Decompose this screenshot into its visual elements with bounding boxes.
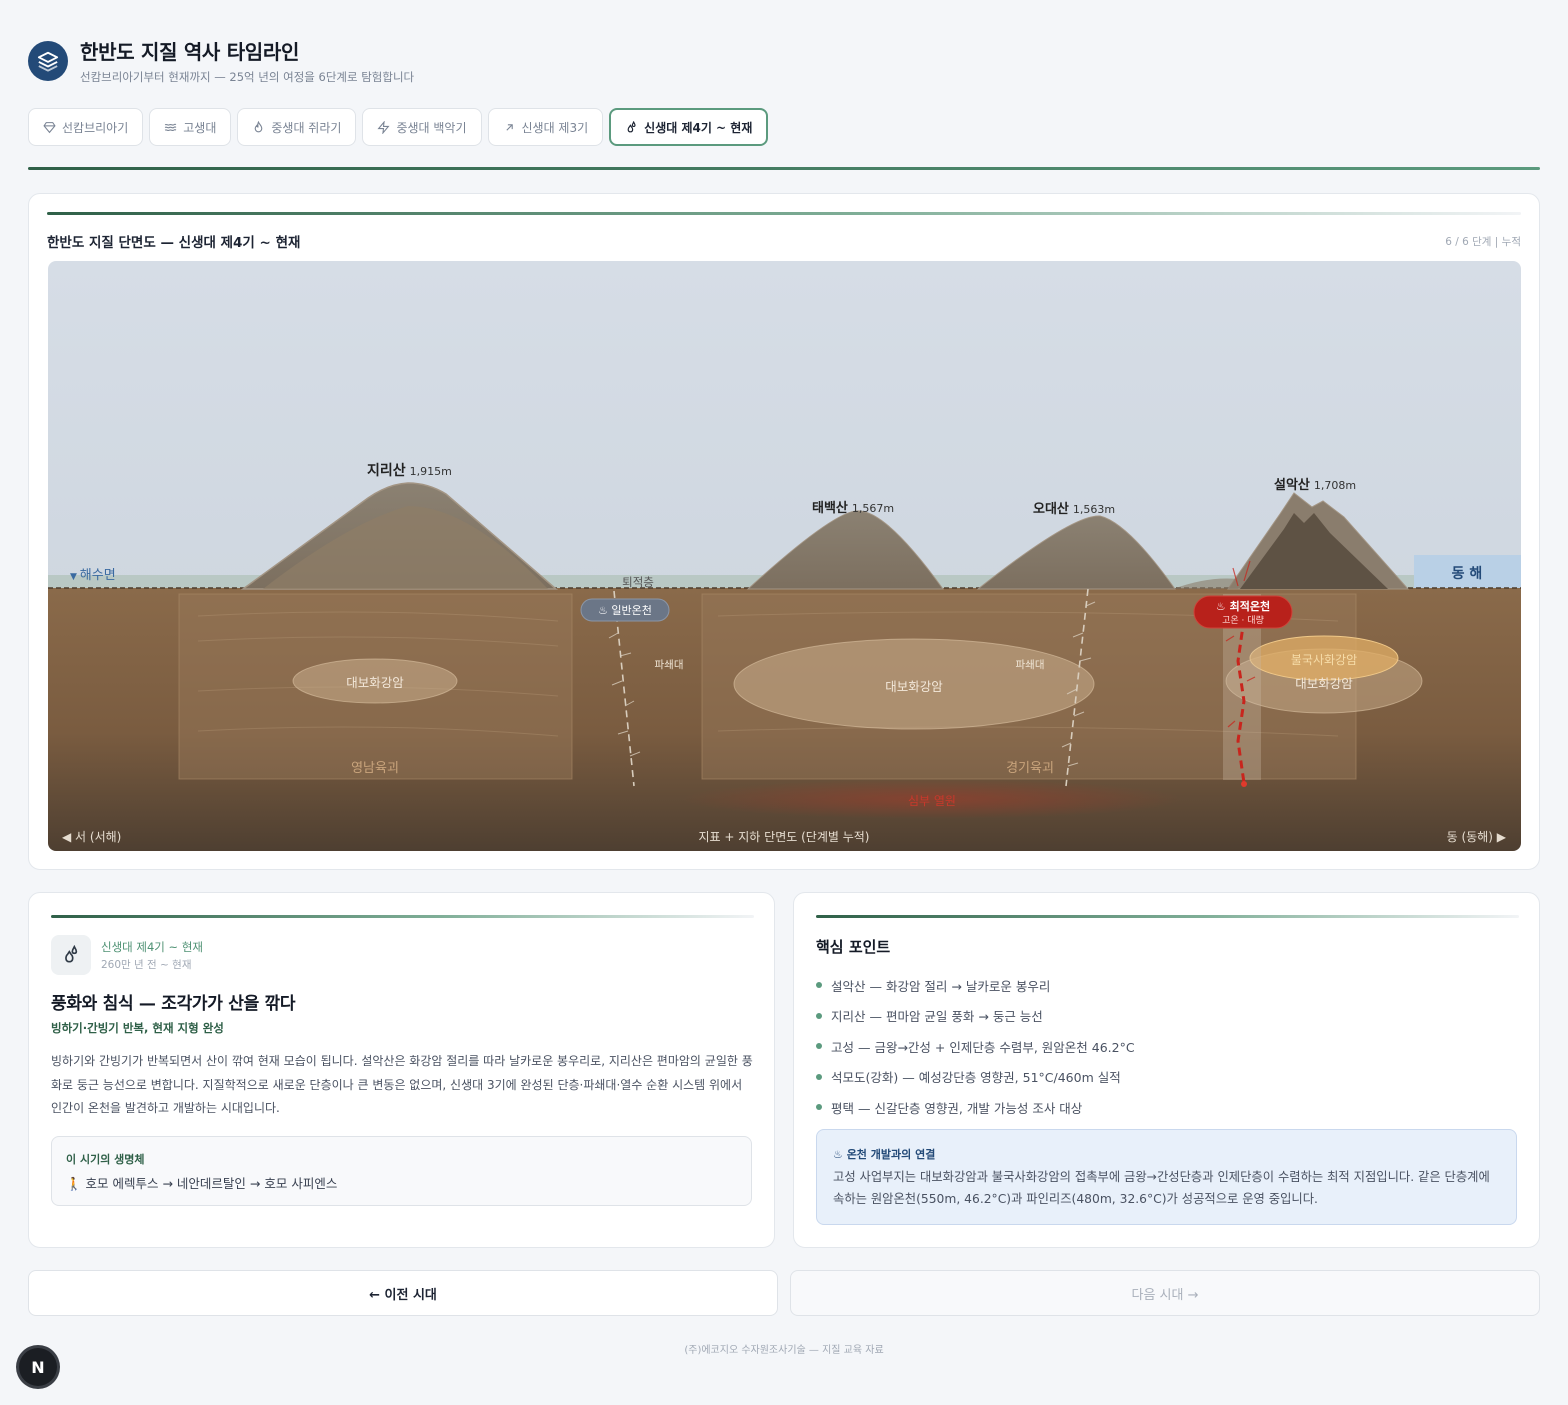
diamond-icon	[43, 121, 56, 133]
era-description: 빙하기와 간빙기가 반복되면서 산이 깎여 현재 모습이 됩니다. 설악산은 화…	[51, 1054, 753, 1115]
stage-indicator: 6 / 6 단계 | 누적	[1445, 236, 1521, 248]
svg-text:♨ 일반온천: ♨ 일반온천	[598, 603, 652, 617]
key-points-card: 핵심 포인트 설악산 — 화강암 절리 → 날카로운 봉우리 지리산 — 편마암…	[793, 892, 1540, 1248]
gyeonggi-label: 경기육괴	[1006, 761, 1054, 776]
deep-heat-point	[1241, 781, 1247, 787]
tab-label: 중생대 백악기	[396, 120, 467, 135]
footer-text: (주)에코지오 수자원조사기술 — 지질 교육 자료	[684, 1345, 884, 1356]
droplets-icon	[51, 935, 91, 975]
tab-tertiary[interactable]: 신생대 제3기	[487, 108, 604, 146]
bullet-dot	[816, 1104, 822, 1111]
diagram-title: 한반도 지질 단면도 — 신생대 제4기 ~ 현재	[47, 235, 301, 251]
zap-icon	[377, 120, 390, 134]
hot-spring-connection-title: ♨ 온천 개발과의 연결	[833, 1148, 936, 1161]
svg-text:♨ 최적온천: ♨ 최적온천	[1216, 599, 1270, 613]
tab-jurassic[interactable]: 중생대 쥐라기	[237, 108, 357, 146]
tab-label: 선캄브리아기	[62, 120, 129, 135]
waves-icon	[165, 123, 177, 131]
life-forms-text: 🚶 호모 에렉투스 → 네안데르탈인 → 호모 사피엔스	[66, 1176, 338, 1191]
seorak-label: 설악산 1,708m	[1274, 477, 1356, 493]
sediment-label: 퇴적층	[622, 575, 654, 589]
optimal-spring-badge[interactable]: ♨ 최적온천 고온 · 대량	[1193, 595, 1293, 629]
bullet-dot	[816, 1043, 822, 1050]
bulguksa-label: 불국사화강암	[1291, 653, 1357, 667]
taebaek-label: 태백산 1,567m	[812, 500, 894, 516]
granite-right-label: 대보화강암	[1295, 676, 1353, 691]
svg-text:고온 · 대량: 고온 · 대량	[1222, 614, 1264, 626]
tab-cretaceous[interactable]: 중생대 백악기	[362, 108, 482, 146]
tab-label: 신생대 제3기	[521, 120, 589, 135]
tab-label: 신생대 제4기 ~ 현재	[644, 120, 753, 135]
page-header: 한반도 지질 역사 타임라인 선캄브리아기부터 현재까지 — 25억 년의 여정…	[28, 36, 414, 85]
granite-center-label: 대보화강암	[885, 679, 943, 694]
bullet-dot	[816, 982, 822, 989]
life-forms-title: 이 시기의 생명체	[66, 1153, 145, 1166]
page-title: 한반도 지질 역사 타임라인	[80, 40, 300, 64]
hot-spring-connection-box: ♨ 온천 개발과의 연결 고성 사업부지는 대보화강암과 불국사화강암의 접촉부…	[816, 1129, 1517, 1225]
flame-icon	[255, 120, 263, 132]
granite-left-label: 대보화강암	[346, 675, 404, 690]
tab-paleozoic[interactable]: 고생대	[149, 108, 232, 146]
list-item: 평택 — 신갈단층 영향권, 개발 가능성 조사 대상	[816, 1092, 1135, 1123]
card-accent-rule	[51, 915, 754, 918]
previous-era-button[interactable]: ← 이전 시대	[28, 1270, 778, 1316]
key-points-title: 핵심 포인트	[816, 938, 891, 956]
layers-icon	[28, 40, 68, 81]
list-item: 설악산 — 화강암 절리 → 날카로운 봉우리	[816, 970, 1135, 1001]
tab-label: 중생대 쥐라기	[271, 120, 342, 135]
card-accent-rule	[816, 915, 1519, 918]
hot-spring-connection-text: 고성 사업부지는 대보화강암과 불국사화강암의 접촉부에 금왕→간성단층과 인제…	[833, 1170, 1490, 1206]
era-name: 신생대 제4기 ~ 현재	[101, 940, 203, 954]
east-sea-label: 동 해	[1452, 566, 1483, 582]
era-detail-card: 신생대 제4기 ~ 현재 260만 년 전 ~ 현재 풍화와 침식 — 조각가가…	[28, 892, 775, 1248]
life-forms-box: 이 시기의 생명체 🚶 호모 에렉투스 → 네안데르탈인 → 호모 사피엔스	[51, 1136, 752, 1206]
next-era-button[interactable]: 다음 시대 →	[790, 1270, 1540, 1316]
bullet-dot	[816, 1073, 822, 1080]
list-item: 석모도(강화) — 예성강단층 영향권, 51°C/460m 실적	[816, 1062, 1135, 1093]
yeongnam-label: 영남육괴	[351, 761, 399, 776]
west-direction-label: ◀ 서 (서해)	[62, 830, 121, 844]
jiri-label: 지리산 1,915m	[367, 462, 452, 479]
general-spring-badge[interactable]: ♨ 일반온천	[580, 598, 670, 622]
era-headline: 풍화와 침식 — 조각가가 산을 깎다	[51, 994, 296, 1014]
cross-section-diagram: 지리산 1,915m 태백산 1,567m 오대산 1,563m 설악산 1,708m …	[48, 261, 1521, 851]
era-tabs: 선캄브리아기 고생대 중생대 쥐라기 중생대 백악기 신생대 제3기 신생대 제…	[28, 108, 769, 146]
list-item: 지리산 — 편마암 균일 풍화 → 둥근 능선	[816, 1001, 1135, 1032]
era-time-range: 260만 년 전 ~ 현재	[101, 959, 192, 971]
fault-zone-right-label: 파쇄대	[1016, 659, 1045, 671]
center-caption: 지표 + 지하 단면도 (단계별 누적)	[699, 830, 870, 844]
era-tagline: 빙하기·간빙기 반복, 현재 지형 완성	[51, 1021, 224, 1035]
east-direction-label: 동 (동해) ▶	[1447, 830, 1507, 844]
list-item: 고성 — 금왕→간성 + 인제단층 수렴부, 원암온천 46.2°C	[816, 1031, 1135, 1062]
page-subtitle: 선캄브리아기부터 현재까지 — 25억 년의 여정을 6단계로 탐험합니다	[80, 70, 415, 84]
card-accent-rule	[47, 212, 1521, 215]
cross-section-card: 한반도 지질 단면도 — 신생대 제4기 ~ 현재 6 / 6 단계 | 누적	[28, 193, 1540, 870]
deep-heat-label: 심부 열원	[908, 794, 956, 808]
fault-zone-left-label: 파쇄대	[655, 659, 684, 671]
trend-arrow-icon	[505, 123, 513, 131]
tab-label: 고생대	[183, 120, 217, 135]
tab-precambrian[interactable]: 선캄브리아기	[28, 108, 144, 146]
header-divider	[28, 167, 1540, 170]
bullet-dot	[816, 1012, 822, 1019]
droplets-icon	[627, 120, 636, 132]
dev-badge[interactable]: N	[19, 1348, 57, 1386]
tab-quaternary[interactable]: 신생대 제4기 ~ 현재	[609, 108, 769, 146]
odae-label: 오대산 1,563m	[1033, 501, 1115, 517]
key-points-list: 설악산 — 화강암 절리 → 날카로운 봉우리 지리산 — 편마암 균일 풍화 …	[816, 970, 1135, 1123]
